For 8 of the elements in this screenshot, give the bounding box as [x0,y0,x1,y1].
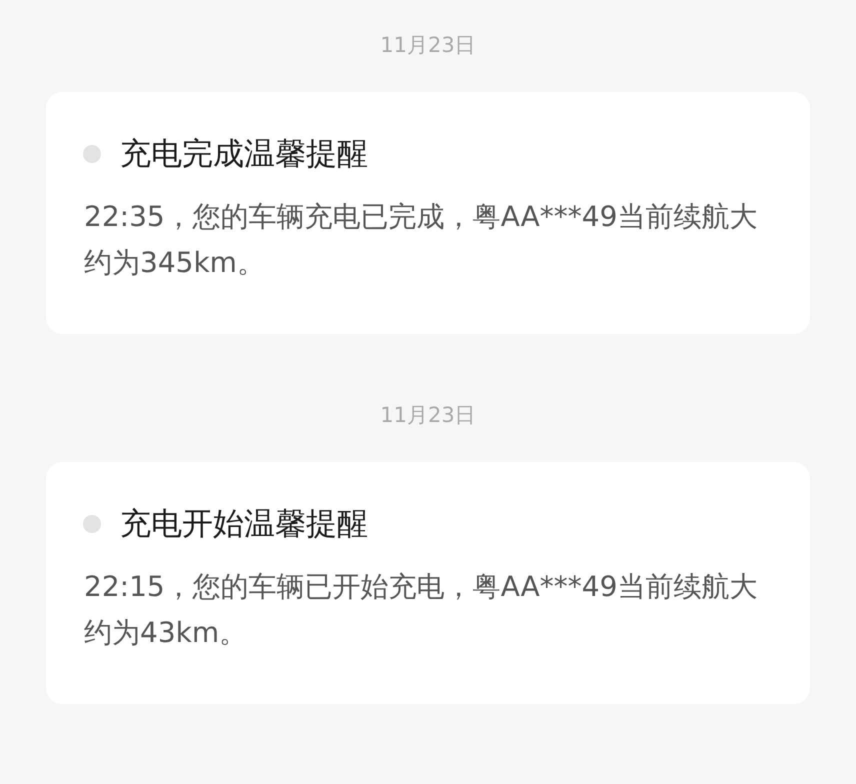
message-date: 11月23日 [380,402,476,429]
message-body: 22:35，您的车辆充电已完成，粤AA***49当前续航大约为345km。 [84,199,758,281]
message-card[interactable]: 充电完成温馨提醒 22:35，您的车辆充电已完成，粤AA***49当前续航大约为345km。 [46,92,810,334]
message-title: 充电完成温馨提醒 [120,135,368,174]
message-card[interactable]: 充电开始温馨提醒 22:15，您的车辆已开始充电，粤AA***49当前续航大约为43km。 [46,462,810,704]
message-body: 22:15，您的车辆已开始充电，粤AA***49当前续航大约为43km。 [84,569,758,651]
message-date: 11月23日 [380,32,476,59]
message-title: 充电开始温馨提醒 [120,505,368,544]
